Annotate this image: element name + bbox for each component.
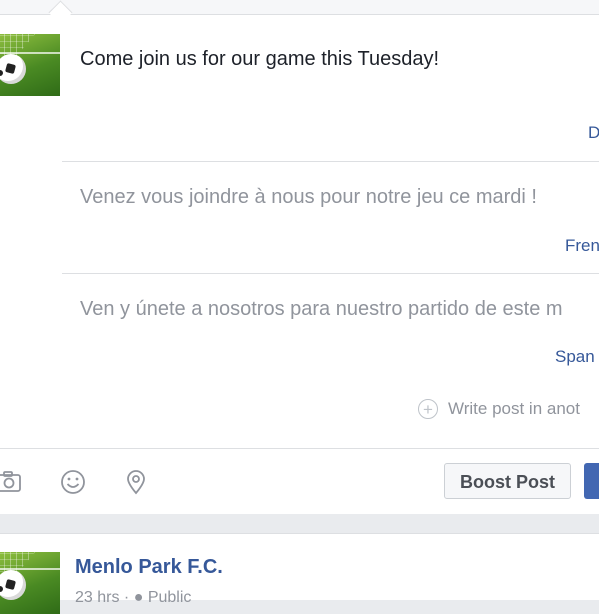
spanish-language-link[interactable]: Span [555,347,595,367]
soccer-ball-image [0,54,26,84]
plus-circle-icon: + [418,399,438,419]
page-avatar[interactable] [0,34,60,96]
camera-icon[interactable] [0,469,22,495]
spanish-translation-text[interactable]: Ven y únete a nosotros para nuestro part… [80,298,563,321]
composer-top-edge [0,0,599,25]
post-composer: Come join us for our game this Tuesday! … [0,0,599,514]
divider [62,161,599,162]
emoji-icon[interactable] [60,469,86,495]
divider [62,273,599,274]
french-language-link[interactable]: Fren [565,236,599,256]
french-translation-text[interactable]: Venez vous joindre à nous pour notre jeu… [80,186,537,209]
composer-toolbar: Boost Post [0,448,599,514]
composer-caret [48,0,73,25]
post-text[interactable]: Come join us for our game this Tuesday! [80,48,439,71]
feed-post: Menlo Park F.C. 23 hrs · ● Public [0,533,599,614]
location-pin-icon[interactable] [123,469,149,495]
post-timestamp[interactable]: 23 hrs [75,589,119,606]
write-in-another-language-label: Write post in anot [448,399,580,418]
privacy-label: Public [147,589,192,606]
meta-separator: · [123,589,130,606]
page-name-link[interactable]: Menlo Park F.C. [75,556,223,579]
boost-post-button[interactable]: Boost Post [444,463,571,499]
globe-icon: ● [133,589,144,606]
default-language-link[interactable]: D [588,123,599,143]
page-avatar[interactable] [0,552,60,614]
post-meta: 23 hrs · ● Public [75,589,191,607]
soccer-ball-image [0,570,26,600]
write-in-another-language-button[interactable]: + Write post in anot [418,399,580,419]
publish-button[interactable] [584,463,599,499]
